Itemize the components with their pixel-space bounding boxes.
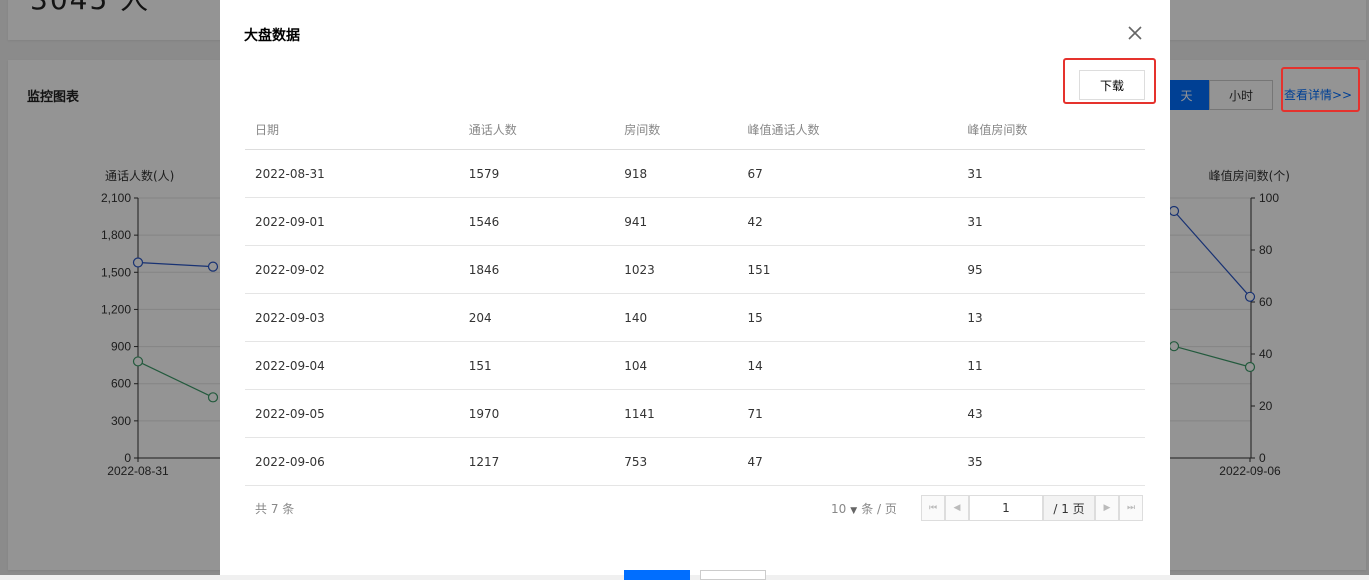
cell-call-users: 204 [458,293,615,342]
cell-peak-rooms: 31 [957,149,1145,198]
table-row: 2022-09-02 1846 1023 151 95 [245,245,1145,294]
cell-date: 2022-09-04 [245,341,459,390]
first-page-icon[interactable]: ⏮ [921,495,945,521]
cell-rooms: 753 [614,437,738,486]
table-row: 2022-08-31 1579 918 67 31 [245,149,1145,198]
cell-peak-call-users: 151 [737,245,958,294]
column-header-peak-rooms: 峰值房间数 [957,110,1145,150]
page-number-input[interactable]: 1 [969,495,1043,521]
cell-peak-call-users: 15 [737,293,958,342]
cell-call-users: 1217 [458,437,615,486]
cell-peak-rooms: 35 [957,437,1145,486]
cell-date: 2022-09-06 [245,437,459,486]
table-row: 2022-09-04 151 104 14 11 [245,341,1145,390]
next-page-icon[interactable]: ▶ [1095,495,1119,521]
total-pages-label: / 1 页 [1043,495,1095,521]
data-table: 日期 通话人数 房间数 峰值通话人数 峰值房间数 2022-08-31 1579… [245,110,1145,486]
cell-peak-call-users: 14 [737,341,958,390]
cancel-button[interactable] [700,570,766,580]
cell-peak-rooms: 43 [957,389,1145,438]
confirm-button[interactable] [624,570,690,580]
cell-peak-call-users: 67 [737,149,958,198]
close-icon[interactable] [1126,24,1144,42]
table-row: 2022-09-03 204 140 15 13 [245,293,1145,342]
table-row: 2022-09-06 1217 753 47 35 [245,437,1145,486]
cell-peak-rooms: 95 [957,245,1145,294]
highlight-box-download [1063,58,1156,104]
cell-date: 2022-08-31 [245,149,459,198]
cell-rooms: 941 [614,197,738,246]
table-row: 2022-09-05 1970 1141 71 43 [245,389,1145,438]
page-size-select[interactable]: 10 ▼ 条 / 页 [831,500,897,517]
cell-call-users: 151 [458,341,615,390]
cell-date: 2022-09-05 [245,389,459,438]
cell-date: 2022-09-03 [245,293,459,342]
data-dialog: 大盘数据 下载 日期 通话人数 房间数 峰值通话人数 峰值房间数 2022-08… [220,0,1170,580]
table-header-row: 日期 通话人数 房间数 峰值通话人数 峰值房间数 [245,110,1145,150]
cell-call-users: 1579 [458,149,615,198]
cell-peak-call-users: 47 [737,437,958,486]
cell-call-users: 1846 [458,245,615,294]
cell-rooms: 918 [614,149,738,198]
cell-date: 2022-09-02 [245,245,459,294]
dialog-title: 大盘数据 [244,28,300,44]
pagination: ⏮ ◀ 1 / 1 页 ▶ ⏭ [921,495,1143,521]
last-page-icon[interactable]: ⏭ [1119,495,1143,521]
column-header-rooms: 房间数 [614,110,738,150]
cell-rooms: 140 [614,293,738,342]
column-header-date: 日期 [245,110,459,150]
caret-down-icon: ▼ [850,506,858,516]
cell-call-users: 1970 [458,389,615,438]
column-header-peak-call-users: 峰值通话人数 [737,110,958,150]
prev-page-icon[interactable]: ◀ [945,495,969,521]
cell-rooms: 1141 [614,389,738,438]
column-header-call-users: 通话人数 [458,110,615,150]
cell-rooms: 104 [614,341,738,390]
pager-total-count: 共 7 条 [255,502,295,516]
page-size-unit: 条 / 页 [861,502,897,516]
cell-call-users: 1546 [458,197,615,246]
cell-peak-rooms: 11 [957,341,1145,390]
cell-peak-call-users: 42 [737,197,958,246]
cell-peak-call-users: 71 [737,389,958,438]
cell-peak-rooms: 31 [957,197,1145,246]
cell-date: 2022-09-01 [245,197,459,246]
cell-peak-rooms: 13 [957,293,1145,342]
cell-rooms: 1023 [614,245,738,294]
page-size-value: 10 [831,502,847,516]
table-row: 2022-09-01 1546 941 42 31 [245,197,1145,246]
highlight-box-details [1281,67,1360,112]
